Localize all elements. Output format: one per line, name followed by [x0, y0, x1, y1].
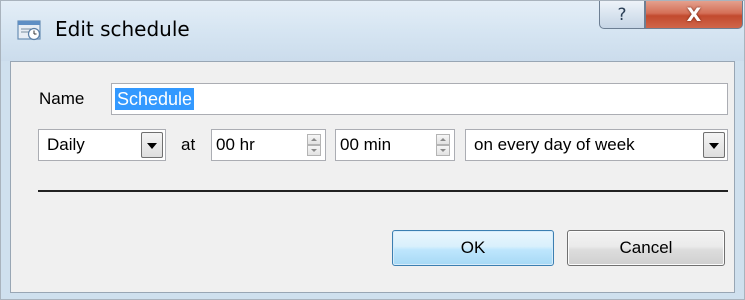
help-button[interactable]: ?: [599, 1, 645, 29]
minute-value: 00 min: [340, 135, 392, 154]
dialog-content: Name Schedule Daily at 00 hr 00 min on e…: [10, 61, 735, 293]
day-of-week-dropdown[interactable]: on every day of week: [465, 129, 728, 161]
spin-down-icon[interactable]: [307, 145, 321, 156]
minute-stepper: [436, 134, 450, 156]
spin-up-icon[interactable]: [307, 134, 321, 145]
name-input[interactable]: Schedule: [111, 83, 728, 115]
window-title: Edit schedule: [55, 17, 190, 41]
title-bar[interactable]: Edit schedule ? X: [1, 1, 744, 61]
cancel-button[interactable]: Cancel: [567, 230, 725, 266]
hour-value: 00 hr: [216, 135, 255, 154]
day-of-week-value: on every day of week: [474, 135, 635, 154]
frequency-value: Daily: [47, 135, 85, 154]
minute-spinbox[interactable]: 00 min: [335, 129, 455, 161]
chevron-down-icon[interactable]: [703, 132, 725, 158]
edit-schedule-dialog: Edit schedule ? X Name Schedule Daily at…: [0, 0, 745, 300]
hour-stepper: [307, 134, 321, 156]
spin-up-icon[interactable]: [436, 134, 450, 145]
close-button[interactable]: X: [645, 1, 743, 29]
chevron-down-icon[interactable]: [141, 132, 163, 158]
frequency-dropdown[interactable]: Daily: [38, 129, 166, 161]
name-label: Name: [39, 89, 85, 108]
separator-line: [38, 190, 728, 192]
name-input-value: Schedule: [115, 88, 195, 110]
ok-button[interactable]: OK: [392, 230, 554, 266]
close-icon: X: [686, 3, 702, 26]
schedule-app-icon: [17, 20, 41, 41]
at-label: at: [181, 135, 196, 154]
help-icon: ?: [617, 4, 627, 25]
spin-down-icon[interactable]: [436, 145, 450, 156]
hour-spinbox[interactable]: 00 hr: [211, 129, 326, 161]
